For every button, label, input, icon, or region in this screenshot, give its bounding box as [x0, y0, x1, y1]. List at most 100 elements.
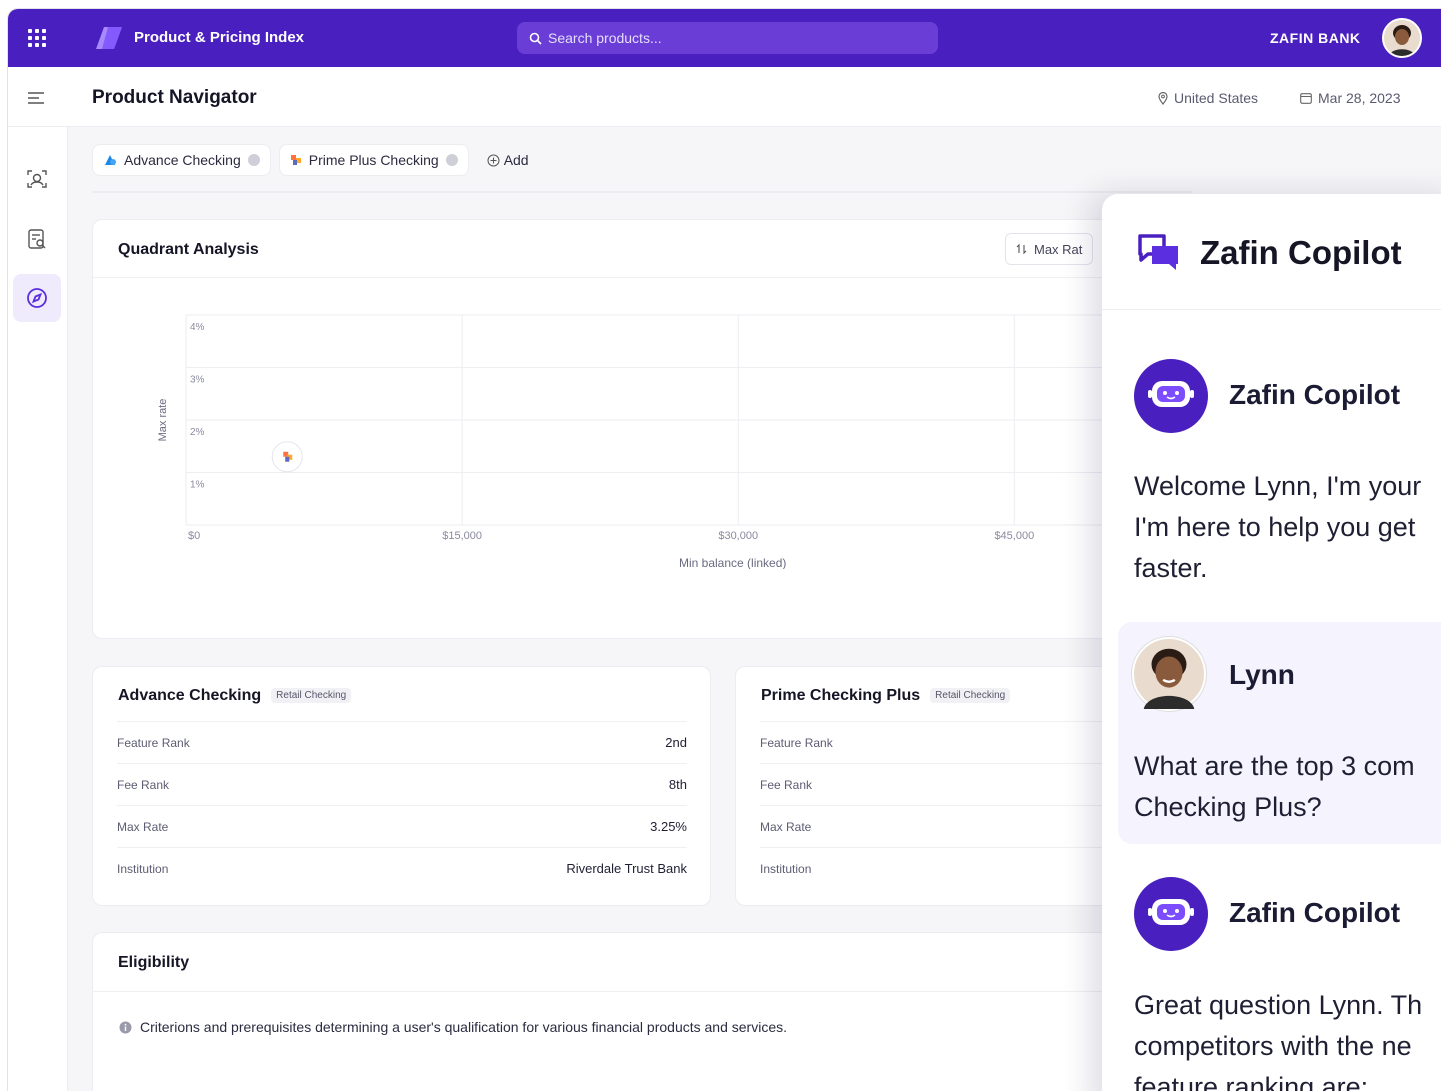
- row-label: Max Rate: [117, 819, 169, 834]
- row-institution: Institution Riverdale Trust Bank: [117, 847, 687, 889]
- app-title: Product & Pricing Index: [134, 29, 305, 46]
- message-text: Welcome Lynn, I'm your I'm here to help …: [1134, 466, 1421, 589]
- plus-circle-icon: [487, 154, 500, 166]
- location-selector[interactable]: United States: [1158, 90, 1258, 106]
- eligibility-text: Criterions and prerequisites determining…: [140, 1019, 787, 1035]
- date-selector[interactable]: Mar 28, 2023: [1300, 90, 1401, 106]
- product-title: Prime Checking Plus Retail Checking: [761, 687, 1011, 705]
- chip-label: Prime Plus Checking: [308, 152, 439, 168]
- row-feature-rank: Feature Rank 2nd: [117, 721, 687, 763]
- row-value: Riverdale Trust Bank: [566, 861, 687, 876]
- row-max-rate: Max Rate 3.25%: [117, 805, 687, 847]
- y-axis-label: Max rate: [157, 399, 169, 442]
- quadrant-title: Quadrant Analysis: [118, 241, 259, 258]
- quadrant-card: Quadrant Analysis Max Rat 1% 2% 3% 4% $0 $15,…: [92, 219, 1192, 639]
- message-line: faster.: [1134, 553, 1208, 583]
- bank-logo-blue-icon: [105, 155, 116, 165]
- remove-chip-icon[interactable]: [445, 154, 458, 166]
- chip-label: Advance Checking: [124, 152, 241, 168]
- row-label: Fee Rank: [760, 777, 813, 792]
- message-text: What are the top 3 com Checking Plus?: [1134, 746, 1415, 828]
- row-label: Feature Rank: [117, 735, 190, 750]
- app-window: Product & Pricing Index ZAFIN BANK Produ…: [8, 9, 1441, 1091]
- scatter-plot: 1% 2% 3% 4% $0 $15,000 $30,000 $45,000 Min balan…: [152, 303, 1182, 570]
- product-name: Prime Checking Plus: [761, 687, 921, 704]
- message-sender: Lynn: [1229, 659, 1295, 690]
- document-search-icon: [28, 229, 46, 249]
- app-grid-icon[interactable]: [28, 29, 46, 47]
- x-tick-label: $45,000: [994, 530, 1034, 542]
- row-value: 8th: [668, 777, 687, 792]
- x-axis-label: Min balance (linked): [679, 556, 786, 569]
- y-tick-label: 1%: [190, 480, 205, 491]
- sub-header: Product Navigator United States Mar 28, …: [8, 67, 1441, 127]
- message-line: competitors with the ne: [1134, 1031, 1412, 1061]
- row-label: Feature Rank: [760, 735, 833, 750]
- row-value: 3.25%: [650, 819, 687, 834]
- message-sender: Zafin Copilot: [1229, 379, 1401, 410]
- row-label: Institution: [117, 861, 169, 876]
- plot-svg: 1% 2% 3% 4% $0 $15,000 $30,000 $45,000 Min balan…: [157, 314, 1181, 570]
- eligibility-description: Criterions and prerequisites determining…: [119, 1019, 787, 1035]
- person-icon: [1384, 20, 1420, 56]
- eligibility-card: Eligibility Criterions and prerequisites…: [92, 932, 1192, 1091]
- product-tag: Retail Checking: [271, 688, 352, 704]
- robot-icon: [1148, 899, 1194, 925]
- row-label: Fee Rank: [117, 777, 170, 792]
- message-line: I'm here to help you get: [1134, 512, 1416, 542]
- copilot-header: Zafin Copilot: [1102, 194, 1441, 310]
- divider: [92, 191, 1192, 193]
- quadrant-header: Quadrant Analysis Max Rat: [93, 220, 1191, 278]
- lynn-avatar: [1132, 637, 1206, 711]
- sort-button[interactable]: Max Rat: [1005, 233, 1094, 265]
- y-tick-label: 2%: [190, 427, 205, 438]
- product-title: Advance Checking Retail Checking: [118, 687, 352, 705]
- x-tick-label: $30,000: [718, 530, 758, 542]
- product-chips: Advance Checking Prime Plus Checking Add: [92, 144, 529, 176]
- copilot-avatar: [1134, 359, 1208, 433]
- top-bar: Product & Pricing Index ZAFIN BANK: [8, 9, 1441, 67]
- person-icon: [1143, 648, 1195, 709]
- data-point-logo: [285, 456, 290, 462]
- chip-prime-plus-checking[interactable]: Prime Plus Checking: [278, 144, 469, 176]
- remove-chip-icon[interactable]: [247, 154, 260, 166]
- message-text: Great question Lynn. Th competitors with…: [1134, 985, 1422, 1091]
- location-label: United States: [1174, 90, 1259, 106]
- date-label: Mar 28, 2023: [1318, 90, 1401, 106]
- scan-face-icon: [27, 170, 47, 188]
- compass-icon: [27, 288, 47, 308]
- page-title: Product Navigator: [92, 87, 257, 108]
- search-input[interactable]: [548, 30, 908, 46]
- message-line: Welcome Lynn, I'm your: [1134, 471, 1422, 501]
- row-fee-rank: Fee Rank 8th: [117, 763, 687, 805]
- x-tick-label: $15,000: [442, 530, 482, 542]
- user-avatar[interactable]: [1382, 18, 1422, 58]
- message-line: Checking Plus?: [1134, 792, 1322, 822]
- copilot-panel: Zafin Copilot Zafin Copilot Welcome Lynn…: [1102, 194, 1441, 1091]
- bank-name: ZAFIN BANK: [1270, 30, 1361, 46]
- rail-scan[interactable]: [13, 155, 61, 203]
- message-line: What are the top 3 com: [1134, 751, 1415, 781]
- rail-navigator[interactable]: [13, 274, 61, 322]
- add-product-button[interactable]: Add: [477, 152, 529, 168]
- add-label: Add: [503, 152, 529, 168]
- row-value: 2nd: [665, 735, 687, 750]
- chat-bubbles-icon: [1138, 234, 1178, 270]
- left-rail: [8, 127, 68, 1091]
- info-icon: [119, 1021, 132, 1033]
- bank-logo-orange-icon: [290, 155, 301, 165]
- message-sender: Zafin Copilot: [1229, 897, 1401, 928]
- chip-advance-checking[interactable]: Advance Checking: [92, 144, 271, 176]
- y-tick-label: 3%: [190, 375, 205, 386]
- search-box[interactable]: [517, 22, 938, 54]
- message-line: feature ranking are:: [1134, 1072, 1369, 1091]
- product-tag: Retail Checking: [930, 688, 1011, 704]
- message-line: Great question Lynn. Th: [1134, 990, 1423, 1020]
- search-icon: [529, 32, 542, 45]
- menu-icon[interactable]: [28, 92, 44, 104]
- location-pin-icon: [1158, 91, 1168, 105]
- eligibility-title: Eligibility: [118, 954, 190, 971]
- rail-reports[interactable]: [13, 215, 61, 263]
- sort-label: Max Rat: [1034, 241, 1083, 257]
- logo-icon: [96, 27, 122, 49]
